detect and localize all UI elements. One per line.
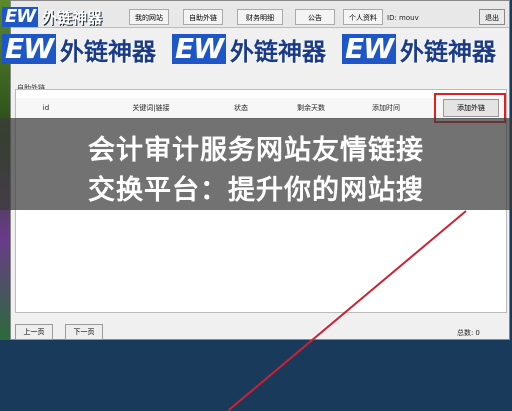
table-header: id 关键词|链接 状态 剩余天数 添加时间 bbox=[16, 98, 506, 119]
total-value: 0 bbox=[475, 329, 480, 337]
watermark-text: 外链神器 bbox=[400, 36, 497, 66]
banner-line-1: 会计审计服务网站友情链接 bbox=[88, 135, 424, 166]
total-count: 总数: 0 bbox=[455, 328, 480, 338]
watermark-right: EW 外链神器 bbox=[342, 34, 497, 66]
prev-page-button[interactable]: 上一页 bbox=[15, 324, 53, 340]
watermark-logo-text: 外链神器 bbox=[42, 8, 103, 27]
watermark-left: EW 外链神器 bbox=[2, 34, 157, 66]
pager-bar: 上一页 下一页 总数: 0 bbox=[11, 317, 509, 341]
total-label: 总数: bbox=[457, 329, 474, 337]
banner-line-2: 交换平台：提升你的网站搜 bbox=[88, 175, 424, 206]
watermark-mark: EW bbox=[342, 34, 397, 64]
overlay-banner: 会计审计服务网站友情链接 交换平台：提升你的网站搜 bbox=[0, 118, 512, 210]
tab-profile[interactable]: 个人资料 bbox=[343, 9, 383, 25]
column-days-left: 剩余天数 bbox=[297, 104, 325, 112]
watermark-logo-mark: EW bbox=[2, 7, 39, 27]
tab-notice[interactable]: 公告 bbox=[295, 9, 335, 25]
highlight-arrow-line bbox=[227, 210, 467, 411]
watermark-text: 外链神器 bbox=[230, 36, 327, 66]
watermark-text: 外链神器 bbox=[60, 36, 157, 66]
column-status: 状态 bbox=[234, 104, 248, 112]
column-id: id bbox=[42, 104, 50, 112]
column-added-time: 添加时间 bbox=[372, 104, 400, 112]
watermark-logo-top: EW 外链神器 bbox=[2, 2, 102, 32]
column-keyword-link: 关键词|链接 bbox=[132, 104, 170, 112]
tab-my-sites[interactable]: 我的网站 bbox=[129, 9, 169, 25]
user-id-label: ID: mouv bbox=[387, 14, 419, 22]
watermark-mark: EW bbox=[2, 34, 57, 64]
tab-finance[interactable]: 财务明细 bbox=[237, 9, 283, 25]
tab-self-service-links[interactable]: 自助外链 bbox=[183, 9, 223, 25]
exit-button[interactable]: 退出 bbox=[479, 9, 505, 25]
watermark-mark: EW bbox=[172, 34, 227, 64]
watermark-center: EW 外链神器 bbox=[172, 34, 327, 66]
next-page-button[interactable]: 下一页 bbox=[65, 324, 103, 340]
